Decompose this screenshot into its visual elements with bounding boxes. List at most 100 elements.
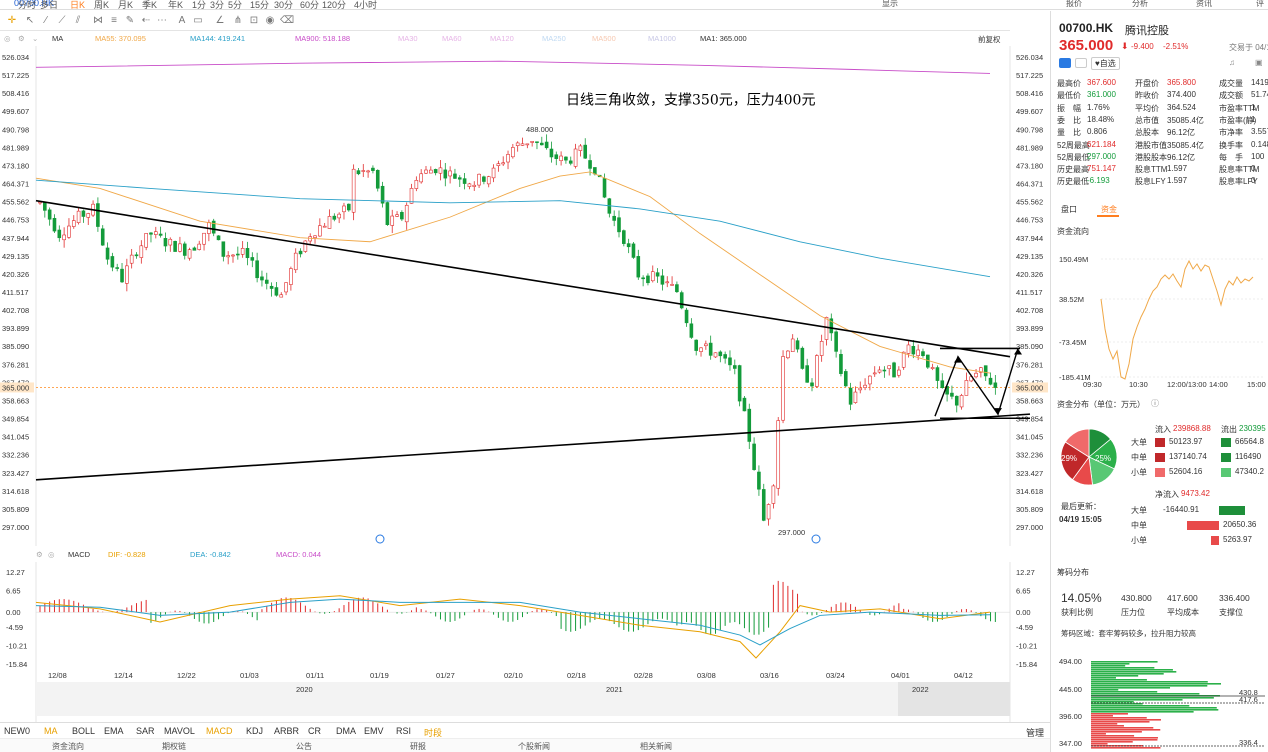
candle-body [457, 177, 462, 180]
pen-icon[interactable]: ✎ [124, 15, 136, 27]
indicator-tab-emv[interactable]: EMV [364, 726, 384, 736]
display-menu[interactable]: 显示 [882, 0, 898, 9]
text-icon[interactable]: A [176, 15, 188, 27]
quote-value: 0.148 [1251, 139, 1268, 149]
crosshair-icon[interactable]: ✛ [6, 15, 18, 27]
tab-analysis[interactable]: 分析 [1132, 0, 1148, 9]
indicator-tab-arbr[interactable]: ARBR [274, 726, 299, 736]
tab-news[interactable]: 资讯 [1196, 0, 1212, 9]
indicator-tab-sar[interactable]: SAR [136, 726, 155, 736]
candle-body [134, 254, 139, 257]
parallel-icon[interactable]: ⫽ [72, 15, 84, 27]
adjust-mode[interactable]: 前复权 [978, 34, 1001, 45]
flow-time: 12:00/13:00 [1167, 380, 1207, 389]
period-5[interactable]: 季K [142, 0, 157, 9]
in-total: 239868.88 [1173, 424, 1211, 433]
capital-pie: 29% 25% [1060, 428, 1118, 486]
arrow-icon[interactable]: ⇠ [140, 15, 152, 27]
net-bar [1187, 521, 1219, 530]
eye-icon[interactable]: ◎ [4, 34, 11, 43]
period-9[interactable]: 5分 [228, 0, 242, 9]
period-11[interactable]: 30分 [274, 0, 293, 9]
line-icon[interactable]: ∕ [40, 15, 52, 27]
period-0[interactable]: 分时 [18, 0, 36, 9]
macd-tick-left: 0.00 [6, 608, 21, 617]
gear-icon[interactable]: ⚙ [36, 550, 43, 559]
period-14[interactable]: 4小时 [354, 0, 377, 9]
candle-body [245, 248, 250, 259]
quote-change: -9.400 [1131, 42, 1154, 51]
candle-body [289, 268, 293, 285]
watchlist-button[interactable]: ♥自选 [1091, 57, 1120, 70]
candle-body [337, 213, 341, 219]
footer-tab[interactable]: 研报 [410, 741, 426, 752]
chip-bar [1091, 717, 1147, 719]
indicator-tab-mavol[interactable]: MAVOL [164, 726, 195, 736]
tab-quote[interactable]: 报价 [1066, 0, 1082, 9]
settings-icon[interactable]: ▣ [1255, 58, 1263, 67]
bell-icon[interactable]: ♫ [1229, 58, 1235, 67]
delete-icon[interactable]: ⌫ [280, 15, 294, 27]
indicator-tab-rsi[interactable]: RSI [396, 726, 411, 736]
channel-icon[interactable]: ≡ [108, 15, 120, 27]
tab-more[interactable]: 评 [1256, 0, 1264, 9]
indicator-tab-new0[interactable]: NEW0 [4, 726, 30, 736]
period-2[interactable]: 日K [70, 0, 85, 9]
candle-body [356, 170, 361, 175]
magnet-icon[interactable]: ⋔ [232, 15, 244, 27]
price-tick-right: 517.225 [1016, 71, 1043, 80]
indicator-tab-kdj[interactable]: KDJ [246, 726, 263, 736]
candle-body [786, 350, 790, 359]
period-4[interactable]: 月K [118, 0, 133, 9]
indicator-tab-ma[interactable]: MA [44, 726, 58, 736]
period-13[interactable]: 120分 [322, 0, 346, 9]
timeline-overview[interactable] [36, 682, 1010, 716]
indicator-tab-ema[interactable]: EMA [104, 726, 124, 736]
period-7[interactable]: 1分 [192, 0, 206, 9]
quote-value: 1 [1251, 114, 1256, 124]
period-3[interactable]: 周K [94, 0, 109, 9]
chevron-down-icon[interactable]: ⌄ [32, 34, 38, 43]
indicator-tab-boll[interactable]: BOLL [72, 726, 95, 736]
share-icon[interactable] [1075, 58, 1087, 68]
measure-icon[interactable]: ⋯ [156, 15, 168, 27]
footer-tab[interactable]: 个股新闻 [518, 741, 550, 752]
quote-label: 市净率 [1219, 128, 1243, 138]
price-tick-right: 481.989 [1016, 143, 1043, 152]
period-6[interactable]: 年K [168, 0, 183, 9]
footer-tab[interactable]: 期权链 [162, 741, 186, 752]
candle-body [892, 362, 896, 378]
lock-icon[interactable]: ⊡ [248, 15, 260, 27]
candle-body [757, 471, 761, 490]
gear-icon[interactable]: ⚙ [18, 34, 25, 43]
period-12[interactable]: 60分 [300, 0, 319, 9]
fib-icon[interactable]: ⋈ [92, 15, 104, 27]
period-1[interactable]: 多日 [40, 0, 58, 9]
price-tick-left: 305.809 [2, 505, 29, 514]
macd-chart[interactable]: 12.27 12.27 6.65 6.65 0.00 0.00 -4.59 -4.59 -10.… [0, 562, 1050, 722]
candle-body [115, 267, 119, 269]
chip-bar [1091, 705, 1190, 707]
candle-body [371, 167, 375, 171]
footer-tab[interactable]: 公告 [296, 741, 312, 752]
candle-body [105, 247, 110, 260]
subtab-orderbook[interactable]: 盘口 [1061, 204, 1077, 215]
angle-icon[interactable]: ∠ [214, 15, 226, 27]
eye-icon[interactable]: ◉ [264, 15, 276, 27]
period-10[interactable]: 15分 [250, 0, 269, 9]
cursor-icon[interactable]: ↖ [24, 15, 36, 27]
help-icon[interactable]: ⓘ [1151, 398, 1159, 409]
indicator-tab-cr[interactable]: CR [308, 726, 321, 736]
ray-icon[interactable]: ⟋ [56, 15, 68, 27]
flow-time: 09:30 [1083, 380, 1102, 389]
period-8[interactable]: 3分 [210, 0, 224, 9]
candle-body [897, 369, 901, 376]
footer-tab[interactable]: 相关新闻 [640, 741, 672, 752]
indicator-tab-macd[interactable]: MACD [206, 726, 233, 736]
note-icon[interactable]: ▭ [192, 15, 204, 27]
price-chart[interactable]: 526.034 526.034 517.225 517.225 508.416 508.4… [0, 46, 1050, 546]
subtab-capital[interactable]: 资金 [1101, 204, 1117, 215]
indicator-tab-dma[interactable]: DMA [336, 726, 356, 736]
settings-icon[interactable]: ◎ [48, 550, 55, 559]
footer-tab[interactable]: 资金流向 [52, 741, 84, 752]
